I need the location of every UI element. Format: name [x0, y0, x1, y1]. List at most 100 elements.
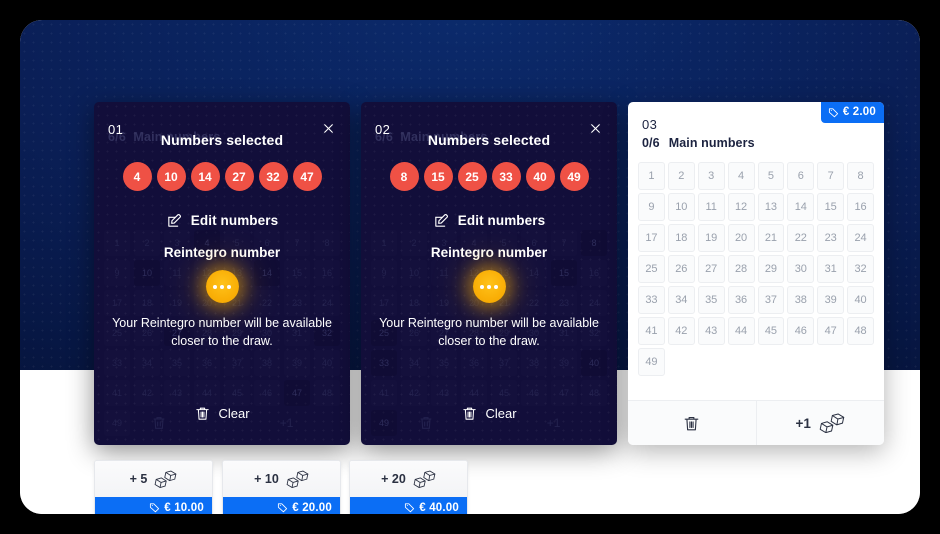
number-cell-15[interactable]: 15	[817, 193, 845, 221]
quick-pick-button-5[interactable]: + 5 € 10.00	[94, 460, 213, 514]
number-cell-22[interactable]: 22	[787, 224, 815, 252]
number-cell-6[interactable]: 6	[787, 162, 815, 190]
price-badge-03: € 2.00	[820, 102, 884, 123]
number-cell-45[interactable]: 45	[757, 317, 785, 345]
number-cell-16[interactable]: 16	[847, 193, 874, 221]
number-cell-47[interactable]: 47	[817, 317, 845, 345]
clear-button-01[interactable]: Clear	[94, 405, 350, 422]
reintegro-note-01: Your Reintegro number will be available …	[112, 316, 332, 348]
quick-pick-count-label: + 20	[381, 472, 406, 486]
number-cell-20[interactable]: 20	[727, 224, 755, 252]
edit-pencil-icon	[433, 212, 450, 229]
number-cell-4[interactable]: 4	[727, 162, 755, 190]
number-cell-29[interactable]: 29	[757, 255, 785, 283]
number-cell-31[interactable]: 31	[817, 255, 845, 283]
trash-icon	[194, 405, 211, 422]
number-cell-23[interactable]: 23	[817, 224, 845, 252]
clear-button-02[interactable]: Clear	[361, 405, 617, 422]
selected-numbers-row-02: 8 15 25 33 40 49	[361, 162, 617, 191]
picker-progress-row: 0/6 Main numbers	[642, 136, 755, 150]
number-cell-40[interactable]: 40	[847, 286, 874, 314]
reintegro-ball-wrap-02	[361, 270, 617, 303]
number-cell-27[interactable]: 27	[697, 255, 725, 283]
number-cell-25[interactable]: 25	[638, 255, 665, 283]
number-cell-36[interactable]: 36	[727, 286, 755, 314]
quick-pick-top-10: + 10	[223, 461, 340, 497]
clear-label-01: Clear	[218, 406, 250, 421]
dot-1	[213, 284, 217, 289]
number-cell-34[interactable]: 34	[667, 286, 695, 314]
reintegro-title-01: Reintegro number	[163, 245, 281, 260]
reintegro-ball-01	[205, 270, 239, 303]
number-cell-2[interactable]: 2	[667, 162, 695, 190]
ticket-02-overlay: 02 Numbers selected 8 15 25 33 40 49 Edit num…	[361, 102, 617, 445]
price-tag-icon	[404, 502, 415, 513]
number-grid[interactable]: 1 2 3 4 5 6 7 8 9 10 11 12 13 14 15 16 17 18 19 20 21 22 23 24 2…	[638, 162, 874, 376]
quick-pick-price-5: € 10.00	[95, 497, 212, 514]
number-cell-49[interactable]: 49	[638, 348, 665, 376]
number-cell-7[interactable]: 7	[817, 162, 845, 190]
quickpick-button-03[interactable]: +1	[755, 401, 885, 445]
dot-2	[220, 284, 224, 289]
number-cell-9[interactable]: 9	[638, 193, 665, 221]
number-cell-21[interactable]: 21	[757, 224, 785, 252]
number-cell-38[interactable]: 38	[787, 286, 815, 314]
number-cell-30[interactable]: 30	[787, 255, 815, 283]
dice-icon	[413, 470, 436, 488]
number-cell-32[interactable]: 32	[847, 255, 874, 283]
number-cell-46[interactable]: 46	[787, 317, 815, 345]
quickpick-label: +1	[795, 415, 811, 431]
number-cell-43[interactable]: 43	[697, 317, 725, 345]
dot-2	[487, 284, 491, 289]
quick-pick-button-20[interactable]: + 20 € 40.00	[349, 460, 468, 514]
edit-numbers-button-02[interactable]: Edit numbers	[361, 212, 617, 229]
number-cell-5[interactable]: 5	[757, 162, 785, 190]
selected-ball: 32	[258, 162, 288, 191]
number-cell-35[interactable]: 35	[697, 286, 725, 314]
edit-numbers-label-01: Edit numbers	[190, 213, 279, 228]
number-cell-19[interactable]: 19	[697, 224, 725, 252]
number-cell-24[interactable]: 24	[847, 224, 874, 252]
clear-button-03[interactable]	[628, 401, 756, 445]
quick-pick-top-5: + 5	[95, 461, 212, 497]
number-cell-3[interactable]: 3	[697, 162, 725, 190]
number-cell-12[interactable]: 12	[727, 193, 755, 221]
number-cell-1[interactable]: 1	[638, 162, 665, 190]
picker-footer: +1	[628, 400, 884, 445]
number-cell-26[interactable]: 26	[667, 255, 695, 283]
trash-icon	[461, 405, 478, 422]
number-cell-14[interactable]: 14	[787, 193, 815, 221]
selected-ball: 14	[190, 162, 220, 191]
overlay-title-02: Numbers selected	[427, 132, 551, 148]
number-cell-48[interactable]: 48	[847, 317, 874, 345]
number-cell-39[interactable]: 39	[817, 286, 845, 314]
number-cell-33[interactable]: 33	[638, 286, 665, 314]
number-cell-8[interactable]: 8	[847, 162, 874, 190]
edit-numbers-button-01[interactable]: Edit numbers	[94, 212, 350, 229]
ticket-card-03[interactable]: € 2.00 03 0/6 Main numbers 1 2 3 4 5 6 7 8 9 10 11…	[628, 102, 884, 445]
quick-pick-price-10: € 20.00	[223, 497, 340, 514]
number-cell-41[interactable]: 41	[638, 317, 665, 345]
number-cell-28[interactable]: 28	[727, 255, 755, 283]
number-cell-18[interactable]: 18	[667, 224, 695, 252]
selected-ball: 10	[156, 162, 186, 191]
dot-3	[227, 284, 231, 289]
price-tag-icon	[828, 107, 839, 118]
number-cell-10[interactable]: 10	[667, 193, 695, 221]
selected-ball: 49	[559, 162, 589, 191]
selected-ball: 47	[292, 162, 322, 191]
dice-icon	[286, 470, 309, 488]
ticket-card-02[interactable]: 6/6 Main numbers 1 2 3 4 5 6 7 8 9 10 11 12 13 14 15 16…	[361, 102, 617, 445]
price-badge-label: € 2.00	[842, 106, 876, 118]
ticket-card-01[interactable]: 6/6 Main numbers 1 2 3 4 5 6 7 8 9 10 11 12 13 14 15 16…	[94, 102, 350, 445]
number-cell-11[interactable]: 11	[697, 193, 725, 221]
number-cell-44[interactable]: 44	[727, 317, 755, 345]
number-cell-42[interactable]: 42	[667, 317, 695, 345]
ticket-01-overlay: 01 Numbers selected 4 10 14 27 32 47 Edit num…	[94, 102, 350, 445]
number-cell-37[interactable]: 37	[757, 286, 785, 314]
selected-ball: 4	[122, 162, 152, 191]
number-cell-17[interactable]: 17	[638, 224, 665, 252]
number-cell-13[interactable]: 13	[757, 193, 785, 221]
quick-pick-button-10[interactable]: + 10 € 20.00	[222, 460, 341, 514]
selected-ball: 8	[389, 162, 419, 191]
